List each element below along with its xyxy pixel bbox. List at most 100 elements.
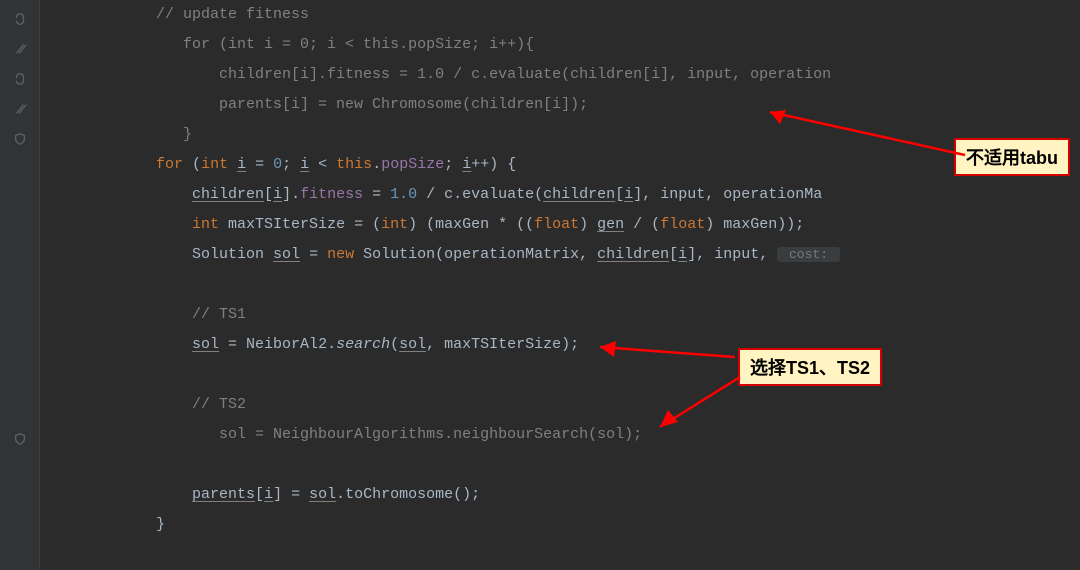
gutter-blank — [0, 214, 40, 244]
loop-icon — [0, 64, 40, 94]
code-token: ( — [192, 156, 201, 173]
gutter-blank — [0, 184, 40, 214]
gutter-blank — [0, 154, 40, 184]
code-token: [ — [264, 186, 273, 203]
code-line[interactable] — [40, 270, 1080, 300]
annotation-arrow-ts1 — [580, 335, 750, 375]
code-token: [ — [669, 246, 678, 263]
code-token: sol — [309, 486, 336, 503]
gutter-blank — [0, 514, 40, 544]
code-token: children — [192, 186, 264, 203]
code-token: < — [309, 156, 336, 173]
code-token: children — [543, 186, 615, 203]
code-token: float — [534, 216, 579, 233]
code-token: search — [336, 336, 390, 353]
code-line[interactable]: // TS2 — [40, 390, 1080, 420]
code-token: int — [192, 216, 228, 233]
code-token: [ — [255, 486, 264, 503]
code-token: for — [156, 156, 192, 173]
code-line[interactable]: // TS1 — [40, 300, 1080, 330]
code-token: // TS2 — [192, 396, 246, 413]
code-token: 1.0 — [390, 186, 417, 203]
code-line[interactable]: sol = NeighbourAlgorithms.neighbourSearc… — [40, 420, 1080, 450]
code-area[interactable]: // update fitness for (int i = 0; i < th… — [40, 0, 1080, 570]
gutter-blank — [0, 274, 40, 304]
code-line[interactable] — [40, 450, 1080, 480]
code-token: new — [327, 246, 363, 263]
code-line[interactable]: Solution sol = new Solution(operationMat… — [40, 240, 1080, 270]
code-token: for (int i = 0; i < this.popSize; i++){ — [183, 36, 534, 53]
code-token: = — [300, 246, 327, 263]
code-token: // update fitness — [156, 6, 309, 23]
code-token: ; — [282, 156, 300, 173]
code-token: ] = — [273, 486, 309, 503]
annotation-arrow-ts2 — [640, 372, 760, 442]
code-token: 0 — [273, 156, 282, 173]
slash-icon — [0, 94, 40, 124]
code-token: [ — [615, 186, 624, 203]
code-token: i — [273, 186, 282, 203]
code-token: / ( — [624, 216, 660, 233]
code-token: int — [201, 156, 237, 173]
code-line[interactable]: children[i].fitness = 1.0 / c.evaluate(c… — [40, 180, 1080, 210]
code-token: Solution — [192, 246, 273, 263]
annotation-arrow-tabu — [740, 100, 980, 170]
code-line[interactable] — [40, 360, 1080, 390]
gutter-blank — [0, 364, 40, 394]
code-token: = NeiborAl2. — [219, 336, 336, 353]
code-token: i — [264, 486, 273, 503]
code-line[interactable]: // update fitness — [40, 0, 1080, 30]
code-token: ], input, operationMa — [633, 186, 822, 203]
code-token: fitness — [300, 186, 363, 203]
code-line[interactable]: children[i].fitness = 1.0 / c.evaluate(c… — [40, 60, 1080, 90]
code-token: gen — [597, 216, 624, 233]
code-token: parents[i] = new Chromosome(children[i])… — [219, 96, 588, 113]
code-token: i — [237, 156, 246, 173]
code-token: float — [660, 216, 705, 233]
gutter-blank — [0, 394, 40, 424]
code-token: children — [597, 246, 669, 263]
code-token: Solution(operationMatrix, — [363, 246, 597, 263]
code-token: parents — [192, 486, 255, 503]
code-token: children[i].fitness = 1.0 / c.evaluate(c… — [219, 66, 831, 83]
code-token: ]. — [282, 186, 300, 203]
code-token: = — [363, 186, 390, 203]
code-token: popSize — [381, 156, 444, 173]
code-token: i — [462, 156, 471, 173]
code-token: } — [183, 126, 192, 143]
code-token: } — [156, 516, 165, 533]
code-token: sol — [273, 246, 300, 263]
code-token: , maxTSIterSize); — [426, 336, 579, 353]
code-editor[interactable]: // update fitness for (int i = 0; i < th… — [0, 0, 1080, 570]
code-token: ) — [579, 216, 597, 233]
gutter-blank — [0, 244, 40, 274]
code-token: this — [336, 156, 372, 173]
code-token: . — [372, 156, 381, 173]
code-token: ) maxGen)); — [705, 216, 804, 233]
code-token: sol = NeighbourAlgorithms.neighbourSearc… — [219, 426, 642, 443]
gutter-blank — [0, 454, 40, 484]
code-line[interactable]: sol = NeiborAl2.search(sol, maxTSIterSiz… — [40, 330, 1080, 360]
gutter-blank — [0, 484, 40, 514]
code-token: maxTSIterSize = ( — [228, 216, 381, 233]
code-line[interactable]: parents[i] = sol.toChromosome(); — [40, 480, 1080, 510]
loop-icon — [0, 4, 40, 34]
code-token: .toChromosome(); — [336, 486, 480, 503]
code-token: sol — [399, 336, 426, 353]
code-token: ], input, — [687, 246, 777, 263]
code-token: // TS1 — [192, 306, 246, 323]
code-token: i — [678, 246, 687, 263]
gutter — [0, 0, 40, 570]
code-token: sol — [192, 336, 219, 353]
code-token: ++) { — [471, 156, 516, 173]
code-token: ( — [390, 336, 399, 353]
code-token: ; — [444, 156, 462, 173]
code-token: / c.evaluate( — [417, 186, 543, 203]
code-line[interactable]: for (int i = 0; i < this.popSize; i++){ — [40, 30, 1080, 60]
code-line[interactable]: } — [40, 510, 1080, 540]
code-token: i — [624, 186, 633, 203]
code-line[interactable]: int maxTSIterSize = (int) (maxGen * ((fl… — [40, 210, 1080, 240]
shield-icon — [0, 124, 40, 154]
slash-icon — [0, 34, 40, 64]
gutter-blank — [0, 544, 40, 570]
